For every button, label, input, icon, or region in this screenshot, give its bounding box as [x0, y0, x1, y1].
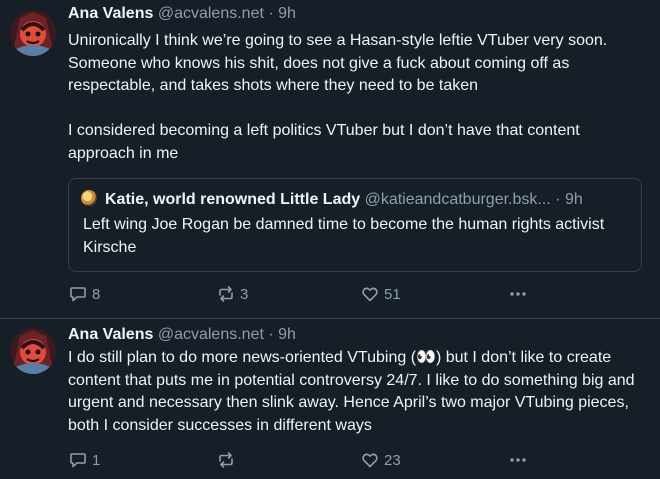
more-icon	[510, 292, 526, 296]
reply-button[interactable]: 8	[68, 284, 100, 304]
quote-avatar[interactable]	[81, 190, 97, 206]
author-name[interactable]: Ana Valens	[68, 5, 153, 22]
reply-icon	[70, 453, 86, 468]
reply-icon	[70, 287, 86, 302]
separator-dot: ·	[268, 5, 274, 22]
post-time[interactable]: 9h	[278, 326, 296, 343]
like-button[interactable]: 23	[360, 450, 401, 470]
like-count: 51	[384, 285, 401, 303]
repost-button[interactable]: 3	[216, 284, 248, 304]
repost-count: 3	[240, 285, 249, 303]
post-text: Unironically I think we’re going to see …	[68, 30, 648, 165]
quote-post[interactable]: Katie, world renowned Little Lady @katie…	[68, 178, 642, 272]
post-paragraph: I considered becoming a left politics VT…	[68, 122, 580, 162]
post-text: I do still plan to do more news-oriented…	[68, 349, 635, 434]
repost-button[interactable]	[216, 450, 240, 470]
like-count: 23	[384, 451, 401, 469]
like-icon	[362, 287, 378, 302]
like-icon	[362, 453, 378, 468]
reply-count: 8	[92, 285, 101, 303]
repost-icon	[219, 452, 233, 468]
quote-author-handle[interactable]: @katieandcatburger.bsk...	[365, 191, 551, 208]
post-time[interactable]: 9h	[278, 5, 296, 22]
reply-button[interactable]: 1	[68, 450, 100, 470]
more-options-button[interactable]	[508, 284, 528, 304]
quote-header: Katie, world renowned Little Lady @katie…	[81, 190, 583, 209]
author-handle[interactable]: @acvalens.net	[158, 5, 264, 22]
quote-time[interactable]: 9h	[565, 191, 583, 208]
author-handle[interactable]: @acvalens.net	[158, 326, 264, 343]
avatar[interactable]	[10, 10, 56, 56]
like-button[interactable]: 51	[360, 284, 401, 304]
post[interactable]: Ana Valens @acvalens.net · 9h I do still…	[0, 318, 660, 479]
post[interactable]: Ana Valens @acvalens.net · 9h Unironical…	[0, 0, 660, 319]
author-name[interactable]: Ana Valens	[68, 326, 153, 343]
quote-author-name[interactable]: Katie, world renowned Little Lady	[105, 191, 360, 208]
more-options-button[interactable]	[508, 450, 528, 470]
post-paragraph: Unironically I think we’re going to see …	[68, 32, 608, 94]
post-header: Ana Valens @acvalens.net · 9h	[68, 326, 296, 344]
repost-icon	[219, 286, 233, 302]
avatar[interactable]	[10, 328, 56, 374]
post-actions: 8 3 51	[68, 284, 548, 304]
more-icon	[510, 458, 526, 462]
separator-dot: ·	[268, 326, 274, 343]
reply-count: 1	[92, 451, 101, 469]
post-actions: 1 23	[68, 450, 548, 470]
quote-text: Left wing Joe Rogan be damned time to be…	[83, 216, 605, 256]
post-header: Ana Valens @acvalens.net · 9h	[68, 5, 296, 23]
separator-dot: ·	[555, 191, 561, 208]
